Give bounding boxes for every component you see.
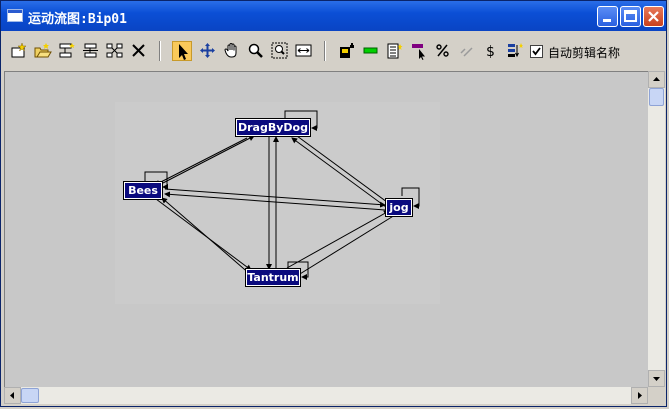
new-motion-icon[interactable] [9,41,29,61]
edge-bees-to-dragbydog [162,135,255,184]
dollar-icon[interactable]: $ [481,41,501,61]
svg-text:$: $ [486,44,495,60]
auto-clip-names-checkbox[interactable] [530,45,543,58]
pan-hand-icon[interactable] [222,41,242,61]
create-clip-icon[interactable] [105,41,125,61]
zoom-icon[interactable] [246,41,266,61]
horizontal-scrollbar[interactable] [4,387,648,404]
title-bar[interactable]: 运动流图:Bip01 [1,1,666,31]
fit-width-icon[interactable] [294,41,314,61]
close-button[interactable] [643,6,664,27]
flag-pointer-icon[interactable] [409,41,429,61]
node-jog[interactable]: jog [385,198,413,217]
horizontal-scroll-thumb[interactable] [21,388,39,403]
window-icon [7,9,23,22]
scroll-down-button[interactable] [648,370,665,387]
node-tantrum[interactable]: Tantrum [245,268,301,287]
delete-icon[interactable] [129,41,149,61]
edge-tantrum-to-bees [161,197,252,276]
zoom-region-icon[interactable] [270,41,290,61]
edge-tantrum-to-jog [286,210,390,269]
green-bar-icon[interactable] [361,41,381,61]
resize-grip[interactable] [648,387,665,404]
node-dragbydog[interactable]: DragByDog [235,118,311,137]
edit-transition-icon[interactable] [81,41,101,61]
list-icon[interactable] [385,41,405,61]
maximize-button[interactable] [620,6,641,27]
edge-dragbydog-to-bees [154,137,248,186]
save-script-icon[interactable] [337,41,357,61]
move-icon[interactable] [198,41,218,61]
edge-bees-to-jog [164,188,386,208]
auto-clip-names-label[interactable]: 自动剪辑名称 [548,44,620,61]
node-bees[interactable]: Bees [123,181,163,200]
percent-icon[interactable] [433,41,453,61]
toolbar-separator [324,41,326,61]
sort-icon[interactable] [505,41,525,61]
edge-dragbydog-to-jog [296,135,392,206]
edge-jog-to-bees [164,191,386,211]
link-icon[interactable] [457,41,477,61]
open-file-icon[interactable] [33,41,53,61]
vertical-scroll-thumb[interactable] [649,88,664,106]
edge-jog-to-tantrum [294,214,396,278]
motion-flow-canvas[interactable]: DragByDog Bees jog Tantrum [4,71,648,387]
scroll-up-button[interactable] [648,71,665,88]
edge-jog-to-dragbydog [291,137,387,208]
vertical-scrollbar[interactable] [648,71,665,387]
insert-transition-icon[interactable] [57,41,77,61]
window-title: 运动流图:Bip01 [28,12,127,27]
toolbar-separator [159,41,161,61]
scroll-left-button[interactable] [4,387,21,404]
scroll-right-button[interactable] [631,387,648,404]
select-arrow-icon[interactable] [172,41,192,61]
motion-flow-window: 运动流图:Bip01 $ 自动剪辑名称 DragByDog Bees jog T… [0,0,667,407]
minimize-button[interactable] [597,6,618,27]
transition-edges [144,110,420,280]
